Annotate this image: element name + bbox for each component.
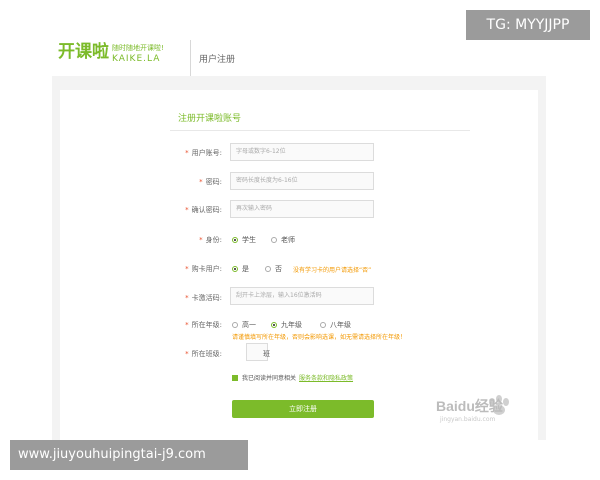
radio-dot: [271, 237, 277, 243]
grade-hint: 请谨慎填写所在年级，否则会影响选课，如无需请选择所在年级！: [232, 334, 407, 341]
identity-student-radio[interactable]: 学生: [232, 235, 256, 245]
radio-dot: [265, 266, 271, 272]
radio-dot: [320, 322, 326, 328]
card-code-input[interactable]: 刮开卡上涂层，输入16位激活码: [230, 287, 374, 305]
radio-dot: [232, 322, 238, 328]
grade-grade9-radio[interactable]: 九年级: [271, 320, 302, 330]
password-input[interactable]: 密码长度长度为6-16位: [230, 172, 374, 190]
logo[interactable]: 开课啦 随时随地开课啦! KAIKE.LA: [58, 42, 164, 65]
form-title: 注册开课啦账号: [178, 114, 242, 124]
account-label: * 用户账号:: [185, 149, 222, 157]
radio-dot-selected: [232, 266, 238, 272]
tg-badge: TG: MYYJJPP: [466, 10, 590, 40]
confirm-password-input[interactable]: 再次输入密码: [230, 200, 374, 218]
page-title: 用户注册: [199, 55, 236, 65]
card-code-label: * 卡激活码:: [185, 294, 222, 302]
class-unit: 班: [263, 350, 270, 358]
card-user-label: * 购卡用户:: [185, 265, 222, 273]
logo-mark: 开课啦: [58, 42, 109, 62]
logo-domain: KAIKE.LA: [112, 54, 161, 64]
identity-teacher-radio[interactable]: 老师: [271, 235, 295, 245]
card-user-hint: 没有学习卡的用户请选择“否”: [293, 267, 372, 274]
class-label: * 所在班级:: [185, 350, 222, 358]
password-label: * 密码:: [199, 178, 222, 186]
card-user-no-radio[interactable]: 否: [265, 264, 282, 274]
grade-senior1-radio[interactable]: 高一: [232, 320, 256, 330]
register-button[interactable]: 立即注册: [232, 400, 374, 418]
form-title-divider: [170, 130, 470, 131]
account-input[interactable]: 字母或数字6-12位: [230, 143, 374, 161]
terms-link[interactable]: 服务条款和隐私政策: [299, 373, 353, 382]
header-divider: [190, 40, 191, 76]
url-overlay: www.jiuyouhuipingtai-j9.com: [10, 440, 248, 470]
radio-dot-selected: [232, 237, 238, 243]
watermark-text: Baidu经验: [436, 398, 503, 414]
card-user-yes-radio[interactable]: 是: [232, 264, 249, 274]
radio-dot-selected: [271, 322, 277, 328]
confirm-password-label: * 确认密码:: [185, 206, 222, 214]
agree-checkbox[interactable]: [232, 374, 238, 381]
grade-grade8-radio[interactable]: 八年级: [320, 320, 351, 330]
identity-label: * 身份:: [199, 236, 222, 244]
agree-text: 我已阅读并同意相关: [242, 375, 297, 382]
logo-slogan: 随时随地开课啦!: [112, 44, 164, 52]
watermark-subtext: jingyan.baidu.com: [440, 416, 496, 423]
agree-row: 我已阅读并同意相关 服务条款和隐私政策: [232, 373, 353, 382]
grade-label: * 所在年级:: [185, 321, 222, 329]
